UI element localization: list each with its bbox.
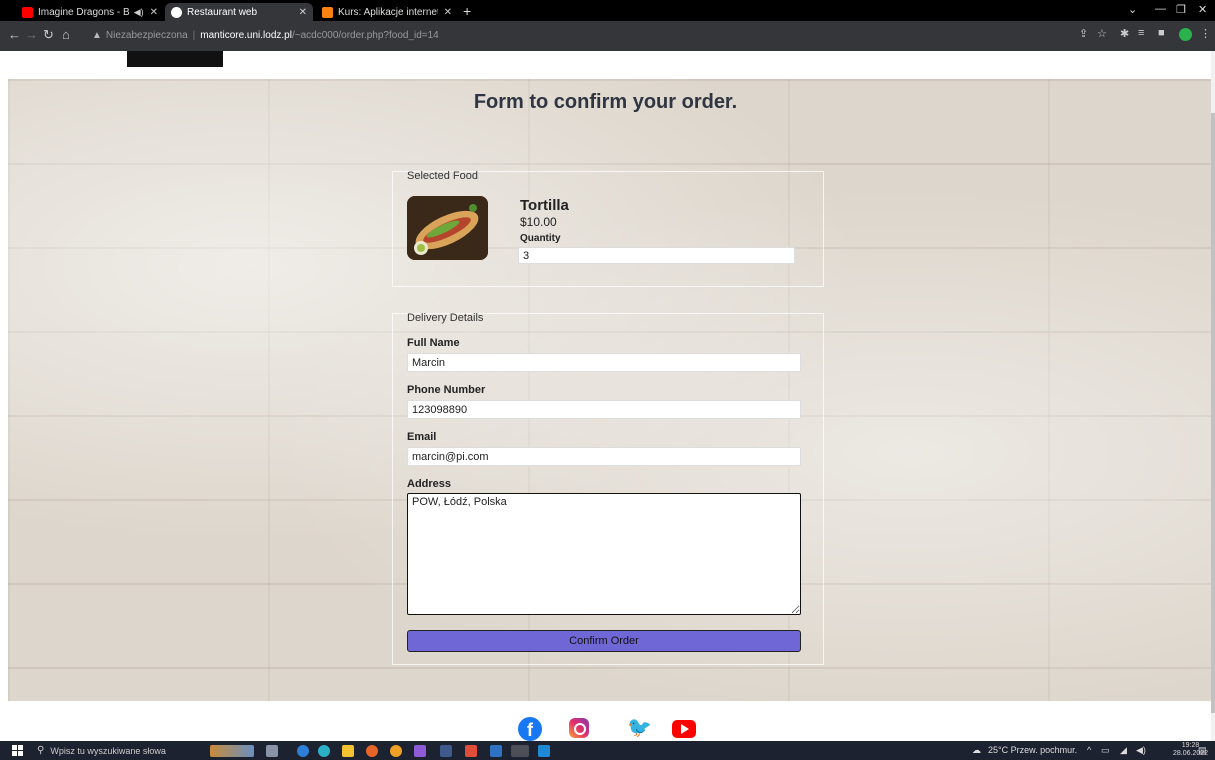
scrollbar-thumb[interactable]: [1211, 113, 1215, 713]
tab-label: Restaurant web: [187, 6, 258, 18]
youtube-icon: [22, 6, 33, 18]
reading-list-icon[interactable]: ≡: [1138, 27, 1144, 39]
minimize-icon[interactable]: —: [1155, 3, 1166, 15]
phone-number-label: Phone Number: [407, 384, 486, 396]
windows-start-icon[interactable]: [12, 745, 23, 756]
forward-arrow-icon[interactable]: →: [25, 27, 38, 43]
full-name-label: Full Name: [407, 337, 460, 349]
address-textarea[interactable]: POW, Łódź, Polska: [407, 493, 801, 615]
network-icon[interactable]: ▭: [1101, 745, 1110, 756]
close-icon[interactable]: ✕: [150, 7, 158, 18]
reload-icon[interactable]: ↻: [43, 27, 54, 43]
security-label: Niezabezpieczona: [105, 29, 188, 41]
food-price: $10.00: [520, 215, 557, 229]
speaker-icon[interactable]: ◀): [134, 7, 144, 18]
instagram-icon[interactable]: [569, 718, 589, 738]
wifi-icon[interactable]: ◢: [1120, 745, 1127, 756]
page-viewport: Form to confirm your order. Selected Foo…: [0, 51, 1211, 741]
email-input[interactable]: [407, 447, 801, 466]
browser-toolbar: ← → ↻ ⌂ ▲ Niezabezpieczona | manticore.u…: [0, 21, 1215, 51]
facebook-icon[interactable]: f: [518, 717, 542, 741]
home-icon[interactable]: ⌂: [62, 27, 70, 43]
close-icon[interactable]: ✕: [299, 7, 307, 18]
app-icon[interactable]: [440, 745, 452, 757]
bookmark-star-icon[interactable]: ☆: [1097, 27, 1107, 40]
app-icon[interactable]: [465, 745, 477, 757]
search-icon: ⚲: [37, 745, 45, 756]
address-label: Address: [407, 478, 452, 490]
edge-icon[interactable]: [318, 745, 330, 757]
share-icon[interactable]: ⇪: [1079, 27, 1088, 40]
taskbar-search-placeholder: Wpisz tu wyszukiwane słowa: [50, 745, 166, 756]
globe-icon: [171, 6, 182, 18]
window-close-icon[interactable]: ✕: [1198, 3, 1207, 16]
weather-status[interactable]: 25°C Przew. pochmur.: [988, 745, 1077, 755]
confirm-order-button[interactable]: Confirm Order: [407, 630, 801, 652]
back-arrow-icon[interactable]: ←: [8, 27, 21, 43]
tab-search-icon[interactable]: ⌄: [1128, 3, 1137, 16]
page-scrollbar[interactable]: [1211, 51, 1215, 741]
address-host: manticore.uni.lodz.pl: [200, 29, 292, 41]
browser-tab-strip: Imagine Dragons - Bones (O ◀) ✕ Restaura…: [0, 0, 1215, 21]
quantity-input[interactable]: [518, 247, 795, 264]
restore-icon[interactable]: ❐: [1176, 3, 1186, 16]
close-icon[interactable]: ✕: [444, 7, 452, 18]
vscode-icon[interactable]: [538, 745, 550, 757]
selected-food-legend: Selected Food: [407, 170, 478, 182]
app-icon[interactable]: [490, 745, 502, 757]
tab-moodle[interactable]: Kurs: Aplikacje internetowe - 060 ✕: [316, 3, 458, 21]
tray-chevron-icon[interactable]: ^: [1087, 745, 1091, 755]
email-label: Email: [407, 431, 437, 443]
menu-kebab-icon[interactable]: ⋮: [1200, 27, 1211, 40]
page-title: Form to confirm your order.: [473, 91, 738, 113]
food-image: [407, 196, 488, 260]
tab-restaurant[interactable]: Restaurant web ✕: [165, 3, 313, 21]
firefox-icon[interactable]: [366, 745, 378, 757]
side-panel-icon[interactable]: ■: [1158, 27, 1165, 39]
twitter-icon[interactable]: 🐦: [627, 718, 652, 738]
weather-icon[interactable]: ☁: [972, 745, 981, 756]
profile-avatar[interactable]: [1179, 28, 1192, 41]
top-strip: [127, 51, 223, 67]
taskbar-search[interactable]: ⚲ Wpisz tu wyszukiwane słowa: [37, 743, 197, 758]
tab-label: Kurs: Aplikacje internetowe - 060: [338, 6, 438, 18]
notifications-icon[interactable]: ▤: [1198, 745, 1207, 756]
youtube-icon[interactable]: [672, 720, 696, 738]
moodle-icon: [322, 6, 333, 18]
phone-number-input[interactable]: [407, 400, 801, 419]
chrome-icon[interactable]: [511, 745, 529, 757]
quantity-label: Quantity: [520, 233, 561, 244]
app-icon[interactable]: [390, 745, 402, 757]
new-tab-icon[interactable]: +: [463, 3, 471, 19]
visual-studio-icon[interactable]: [414, 745, 426, 757]
extensions-icon[interactable]: ✱: [1120, 27, 1129, 40]
news-widget-icon[interactable]: [210, 745, 254, 757]
address-bar[interactable]: ▲ Niezabezpieczona | manticore.uni.lodz.…: [92, 25, 1092, 45]
file-explorer-icon[interactable]: [342, 745, 354, 757]
food-name: Tortilla: [520, 197, 569, 214]
delivery-details-legend: Delivery Details: [407, 312, 484, 324]
volume-icon[interactable]: ◀): [1136, 745, 1146, 756]
address-separator: |: [192, 29, 196, 41]
task-view-icon[interactable]: [266, 745, 278, 757]
app-icon[interactable]: [297, 745, 309, 757]
address-path: /~acdc000/order.php?food_id=14: [291, 29, 439, 41]
tab-youtube[interactable]: Imagine Dragons - Bones (O ◀) ✕: [16, 3, 164, 21]
windows-taskbar: ⚲ Wpisz tu wyszukiwane słowa ☁ 25°C Prze…: [0, 741, 1215, 760]
warning-triangle-icon[interactable]: ▲: [92, 30, 102, 41]
full-name-input[interactable]: [407, 353, 801, 372]
tab-label: Imagine Dragons - Bones (O: [38, 6, 130, 18]
